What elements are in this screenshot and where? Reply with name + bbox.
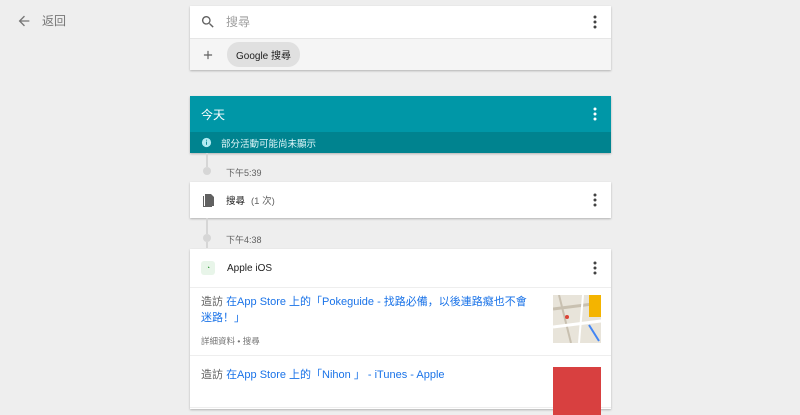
arrow-back-icon (18, 15, 30, 26)
visit-link[interactable]: 在App Store 上的「Pokeguide - 找路必備，以後連路癡也不會迷… (201, 296, 527, 324)
visit-text: 造訪 在App Store 上的「Pokeguide - 找路必備，以後連路癡也… (201, 294, 531, 326)
visit-text: 造訪 在App Store 上的「Nihon 」 - iTunes - Appl… (201, 367, 531, 383)
app-more-button[interactable] (589, 260, 601, 276)
app-name: Apple iOS (227, 262, 273, 274)
app-header: ◔ Apple iOS (190, 249, 611, 288)
timeline-line (206, 218, 208, 234)
visit-verb: 造訪 (201, 296, 223, 308)
more-vert-icon (593, 107, 597, 121)
filter-chip-row: Google 搜尋 (190, 39, 611, 70)
info-icon (201, 137, 212, 148)
search-activity-row: 搜尋 (1 次) (190, 182, 611, 218)
timeline-dot (203, 167, 211, 175)
timeline-line (206, 153, 208, 167)
google-search-chip[interactable]: Google 搜尋 (227, 42, 301, 67)
app-activity-card: ◔ Apple iOS 造訪 在App Store 上的「Pokeguide -… (190, 249, 611, 415)
today-section: 今天 部分活動可能尚未顯示 (190, 96, 611, 153)
today-header: 今天 (190, 96, 611, 132)
visit-meta[interactable]: 詳細資料 • 搜尋 (201, 335, 599, 347)
search-activity-card[interactable]: 搜尋 (1 次) (190, 182, 611, 218)
back-label: 返回 (42, 14, 67, 28)
activity-more-button[interactable] (589, 192, 601, 208)
search-more-button[interactable] (589, 14, 601, 30)
more-vert-icon (593, 193, 597, 207)
visit-link[interactable]: 在App Store 上的「Nihon 」 - iTunes - Apple (226, 369, 444, 381)
document-icon (203, 194, 214, 207)
timestamp: 下午5:39 (226, 168, 262, 178)
search-card: Google 搜尋 (190, 6, 611, 70)
today-title: 今天 (201, 107, 226, 122)
search-icon (201, 16, 214, 28)
apple-ios-logo-icon: ◔ (201, 261, 215, 275)
today-notice-text: 部分活動可能尚未顯示 (221, 138, 317, 150)
timestamp: 下午4:38 (226, 235, 262, 245)
today-notice: 部分活動可能尚未顯示 (190, 132, 611, 153)
add-filter-icon[interactable] (201, 48, 215, 62)
list-item: 造訪 在App Store 上的「Nihon 」 - iTunes - Appl… (190, 356, 611, 415)
app-thumbnail[interactable] (553, 367, 601, 415)
today-more-button[interactable] (589, 106, 601, 122)
map-thumbnail[interactable] (553, 295, 601, 343)
search-input[interactable] (226, 15, 611, 29)
timeline-dot (203, 234, 211, 242)
activity-count: (1 次) (251, 196, 275, 207)
more-vert-icon (593, 261, 597, 275)
list-item: 造訪 在App Store 上的「Pokeguide - 找路必備，以後連路癡也… (190, 288, 611, 356)
activity-label: 搜尋 (226, 196, 246, 207)
timeline-line (206, 242, 208, 248)
back-button[interactable]: 返回 (16, 12, 66, 29)
more-vert-icon (593, 15, 597, 29)
search-bar (190, 6, 611, 39)
visit-verb: 造訪 (201, 369, 223, 381)
